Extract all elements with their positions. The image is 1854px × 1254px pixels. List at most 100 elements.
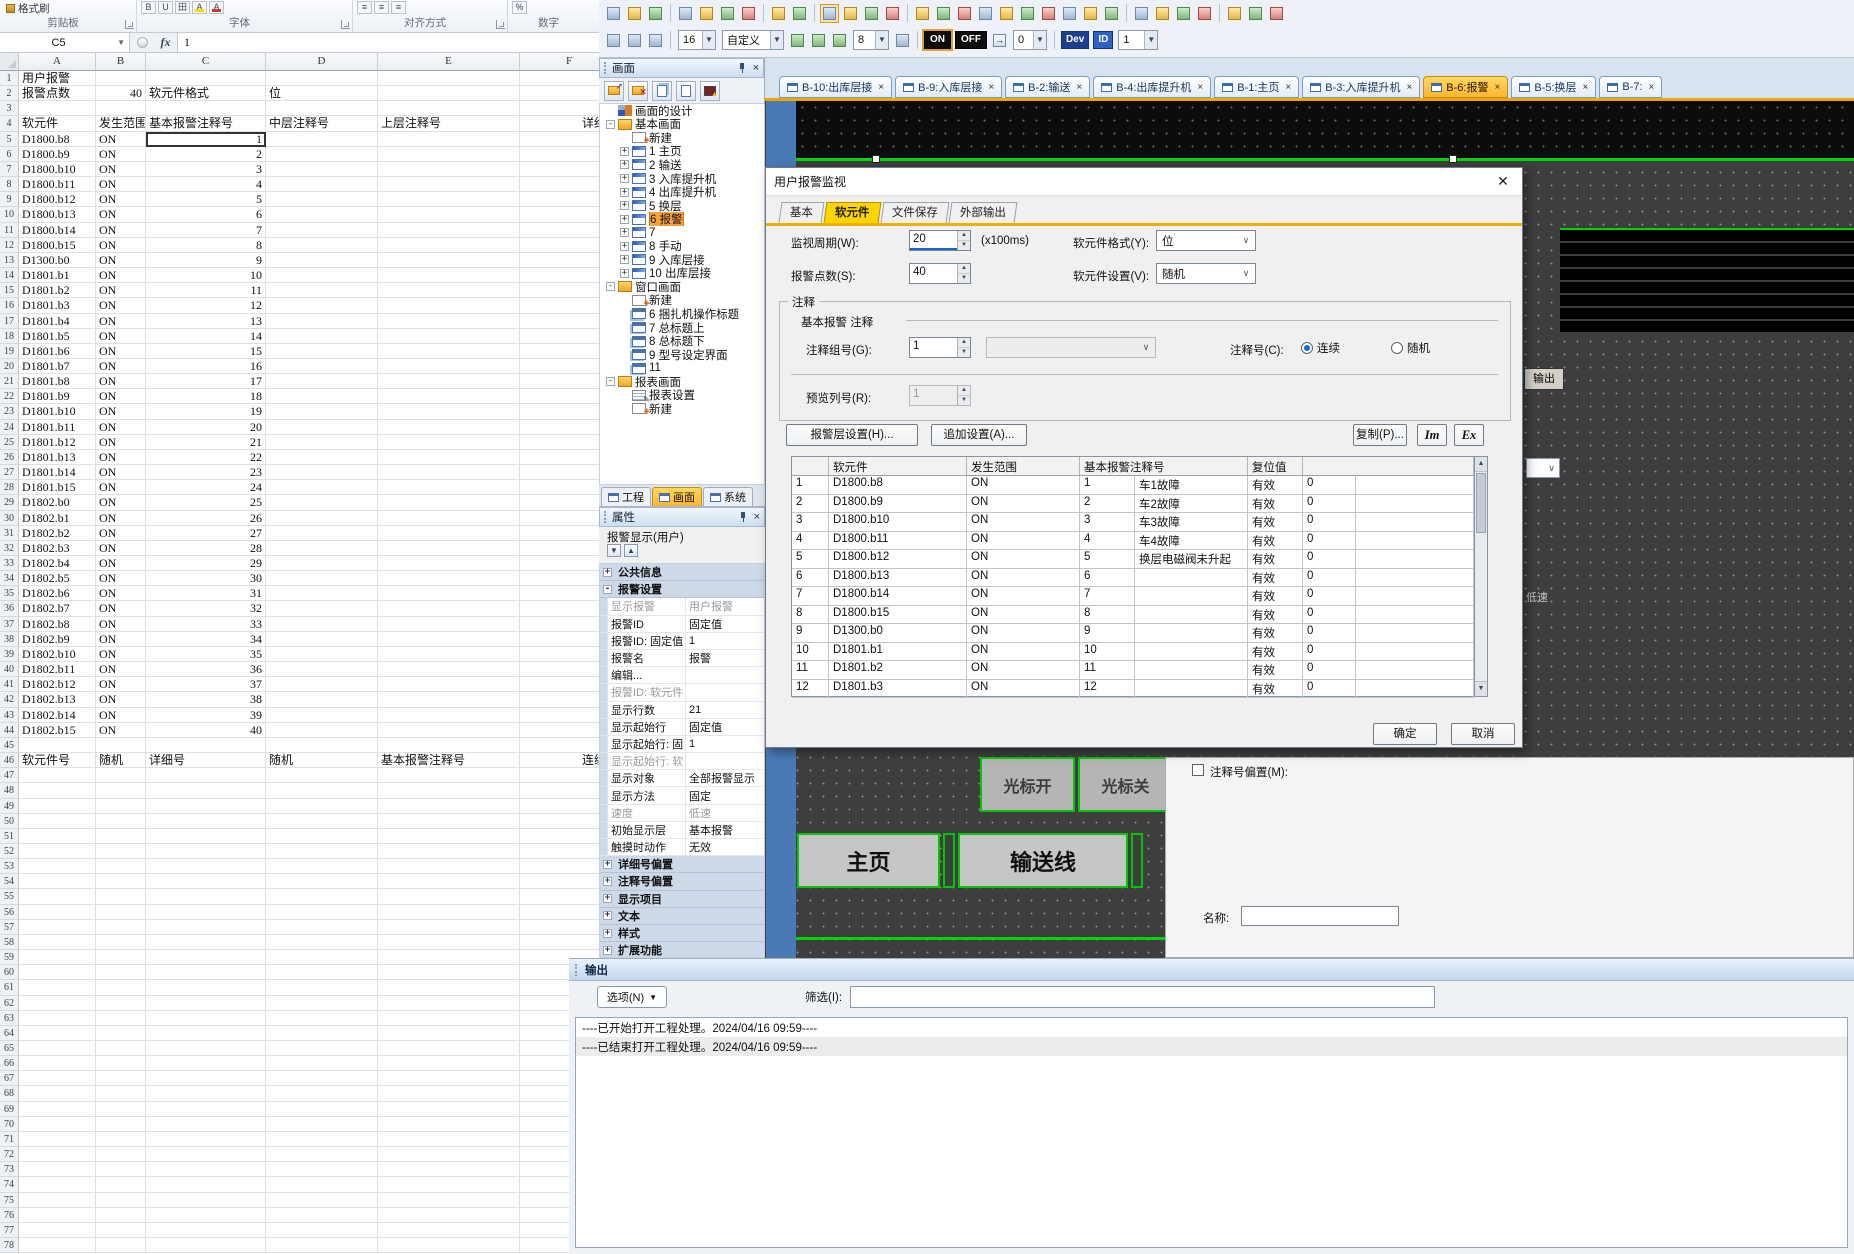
- excel-cell[interactable]: [378, 207, 520, 222]
- excel-cell[interactable]: ON: [96, 435, 146, 450]
- excel-cell[interactable]: [378, 738, 520, 753]
- ok-button[interactable]: 确定: [1373, 723, 1437, 745]
- excel-cell[interactable]: [266, 253, 378, 268]
- hmi-green-line[interactable]: [796, 158, 1854, 161]
- excel-cell[interactable]: D1801.b7: [19, 359, 96, 374]
- device-off-button[interactable]: OFF: [955, 31, 987, 49]
- comment-group-no-spinner[interactable]: 1 ▲▼: [909, 337, 971, 358]
- table-cell[interactable]: [1356, 624, 1474, 642]
- excel-cell[interactable]: [520, 829, 599, 844]
- table-cell[interactable]: 0: [1303, 513, 1356, 531]
- table-cell[interactable]: ON: [967, 606, 1080, 624]
- excel-cell[interactable]: [146, 1147, 266, 1162]
- excel-cell[interactable]: [266, 207, 378, 222]
- excel-cell[interactable]: [96, 738, 146, 753]
- excel-cell[interactable]: [520, 859, 599, 874]
- number-format-icon[interactable]: %: [512, 1, 527, 14]
- excel-cell[interactable]: [266, 314, 378, 329]
- excel-cell[interactable]: [96, 996, 146, 1011]
- excel-cell[interactable]: [378, 965, 520, 980]
- table-cell[interactable]: [1356, 643, 1474, 661]
- excel-cell[interactable]: [520, 435, 599, 450]
- excel-cell[interactable]: [19, 1071, 96, 1086]
- excel-cell[interactable]: [146, 1071, 266, 1086]
- row-header[interactable]: 74: [0, 1177, 19, 1192]
- zoom-out-icon[interactable]: [809, 31, 828, 50]
- excel-cell[interactable]: [266, 829, 378, 844]
- excel-cell[interactable]: D1801.b13: [19, 450, 96, 465]
- doc-tab-B-1:主页[interactable]: B-1:主页×: [1214, 76, 1299, 98]
- excel-cell[interactable]: [266, 1162, 378, 1177]
- table-row[interactable]: 3D1800.b10ON3车3故障有效0: [792, 513, 1474, 532]
- excel-cell[interactable]: 9: [146, 253, 266, 268]
- excel-cell[interactable]: [266, 905, 378, 920]
- excel-cell[interactable]: [19, 829, 96, 844]
- excel-cell[interactable]: [96, 799, 146, 814]
- excel-cell[interactable]: ON: [96, 207, 146, 222]
- excel-cell[interactable]: D1802.b14: [19, 708, 96, 723]
- excel-cell[interactable]: [146, 1177, 266, 1192]
- excel-cell[interactable]: [378, 71, 520, 86]
- excel-cell[interactable]: [378, 162, 520, 177]
- excel-cell[interactable]: D1801.b8: [19, 374, 96, 389]
- excel-cell[interactable]: [96, 1011, 146, 1026]
- excel-cell[interactable]: [520, 268, 599, 283]
- tree-item-5-换层[interactable]: +5 换层: [600, 199, 764, 213]
- excel-cell[interactable]: [146, 1117, 266, 1132]
- excel-cell[interactable]: [378, 647, 520, 662]
- property-row[interactable]: 显示行数21: [600, 702, 764, 719]
- name-box[interactable]: C5 ▼: [0, 33, 130, 52]
- table-cell[interactable]: [1356, 587, 1474, 605]
- data-check-icon[interactable]: [1267, 4, 1286, 23]
- expand-icon[interactable]: +: [603, 911, 612, 920]
- excel-cell[interactable]: [378, 86, 520, 101]
- excel-cell[interactable]: [520, 647, 599, 662]
- row-header[interactable]: 29: [0, 495, 19, 510]
- grid-menu-icon[interactable]: [893, 31, 912, 50]
- excel-cell[interactable]: [266, 814, 378, 829]
- table-row[interactable]: 2D1800.b9ON2车2故障有效0: [792, 495, 1474, 514]
- table-cell[interactable]: 0: [1303, 476, 1356, 494]
- row-header[interactable]: 46: [0, 753, 19, 768]
- excel-cell[interactable]: [146, 844, 266, 859]
- excel-cell[interactable]: 26: [146, 511, 266, 526]
- dialog-launcher-icon[interactable]: [496, 20, 505, 29]
- cancel-button[interactable]: 取消: [1451, 723, 1515, 745]
- column-header[interactable]: C: [146, 53, 266, 71]
- selection-handle[interactable]: [872, 155, 880, 163]
- excel-cell[interactable]: ON: [96, 511, 146, 526]
- excel-cell[interactable]: 37: [146, 677, 266, 692]
- table-cell[interactable]: D1300.b0: [829, 624, 967, 642]
- dialog-tab-基本[interactable]: 基本: [779, 202, 825, 223]
- row-header[interactable]: 61: [0, 980, 19, 995]
- excel-cell[interactable]: D1801.b4: [19, 314, 96, 329]
- circle-tool-icon[interactable]: [1174, 4, 1193, 23]
- excel-cell[interactable]: D1802.b9: [19, 632, 96, 647]
- row-header[interactable]: 21: [0, 374, 19, 389]
- excel-cell[interactable]: 3: [146, 162, 266, 177]
- dialog-launcher-icon[interactable]: [125, 20, 134, 29]
- excel-cell[interactable]: [378, 920, 520, 935]
- excel-cell[interactable]: [266, 647, 378, 662]
- close-icon[interactable]: ×: [1076, 82, 1082, 93]
- paste-icon[interactable]: [718, 4, 737, 23]
- alarm-display-icon[interactable]: [1018, 4, 1037, 23]
- row-header[interactable]: 5: [0, 132, 19, 147]
- row-header[interactable]: 26: [0, 450, 19, 465]
- excel-cell[interactable]: D1802.b7: [19, 601, 96, 616]
- excel-cell[interactable]: [266, 541, 378, 556]
- table-cell[interactable]: 有效: [1248, 495, 1303, 513]
- excel-cell[interactable]: 25: [146, 495, 266, 510]
- table-cell[interactable]: [1135, 643, 1248, 661]
- excel-cell[interactable]: D1802.b12: [19, 677, 96, 692]
- row-header[interactable]: 60: [0, 965, 19, 980]
- excel-cell[interactable]: D1800.b12: [19, 192, 96, 207]
- excel-cell[interactable]: ON: [96, 571, 146, 586]
- hmi-conveyor-button[interactable]: 输送线: [958, 833, 1128, 888]
- categorize-icon[interactable]: ▼: [607, 544, 621, 557]
- excel-cell[interactable]: 随机: [266, 753, 378, 768]
- table-cell[interactable]: 5: [792, 550, 829, 568]
- excel-cell[interactable]: [520, 723, 599, 738]
- excel-cell[interactable]: [378, 1132, 520, 1147]
- excel-cell[interactable]: [520, 708, 599, 723]
